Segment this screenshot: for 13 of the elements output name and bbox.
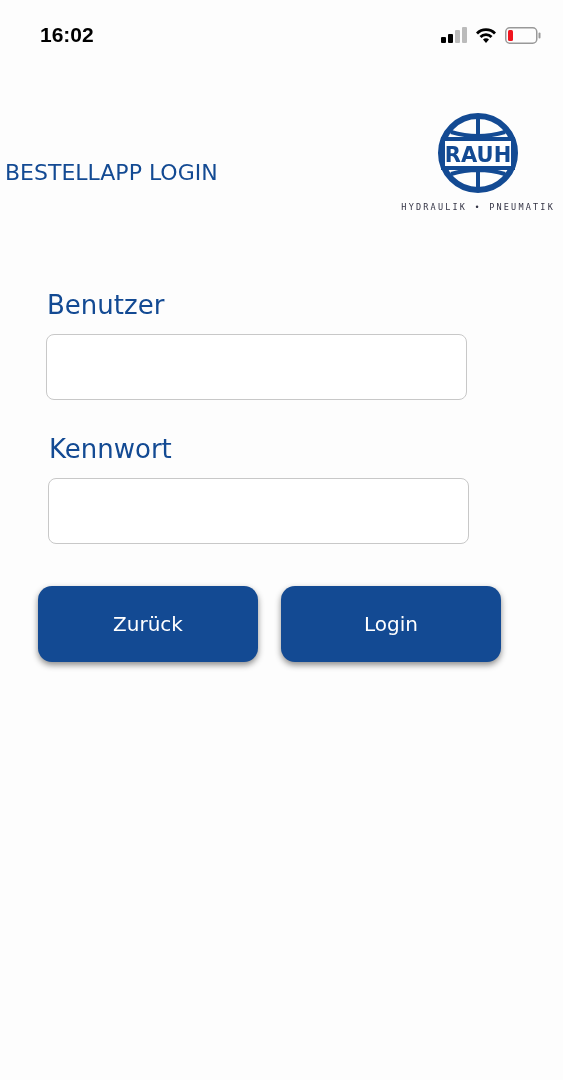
logo-icon: RAUH xyxy=(437,112,520,194)
logo-tagline: HYDRAULIK • PNEUMATIK xyxy=(401,202,555,212)
signal-icon xyxy=(441,27,467,43)
input-field[interactable] xyxy=(46,334,467,400)
action-button[interactable]: Zurück xyxy=(38,586,258,662)
status-time: 16:02 xyxy=(40,23,94,47)
input-field[interactable] xyxy=(48,478,469,544)
wifi-icon xyxy=(475,27,497,43)
field-label: Kennwort xyxy=(49,434,172,464)
battery-icon xyxy=(505,26,541,44)
action-button[interactable]: Login xyxy=(281,586,501,662)
field-label: Benutzer xyxy=(47,290,165,320)
page-title: BESTELLAPP LOGIN xyxy=(5,159,218,185)
